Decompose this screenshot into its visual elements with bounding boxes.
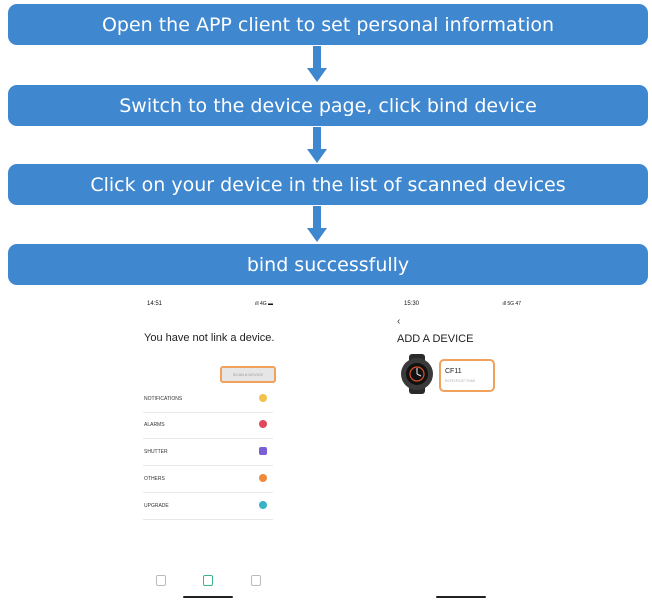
- step-click-device: Click on your device in the list of scan…: [8, 164, 648, 205]
- step-label: Switch to the device page, click bind de…: [119, 94, 537, 117]
- menu-label: OTHERS: [144, 476, 165, 482]
- gear-icon: [259, 474, 267, 482]
- status-time: 14:51: [147, 301, 163, 307]
- step-label: Open the APP client to set personal info…: [101, 13, 555, 36]
- device-name: CF11: [445, 368, 462, 375]
- home-indicator: [436, 596, 486, 598]
- menu-item-notifications[interactable]: NOTIFICATIONS: [143, 386, 273, 413]
- device-page-screenshot: 14:51 ıll 4G ▬ You have not link a devic…: [133, 296, 287, 608]
- home-indicator: [183, 596, 233, 598]
- menu-item-shutter[interactable]: SHUTTER: [143, 439, 273, 466]
- step-label: bind successfully: [246, 253, 410, 276]
- menu-label: ALARMS: [144, 422, 165, 428]
- step-open-app: Open the APP client to set personal info…: [8, 4, 648, 45]
- device-list-item[interactable]: CF11 E0:FD:F4:07:70:6D: [439, 359, 495, 392]
- add-device-screenshot: 15:30 ıll 5G 47 ‹ ADD A DEVICE CF11 E0:F…: [391, 296, 531, 608]
- menu-label: NOTIFICATIONS: [144, 396, 183, 402]
- down-arrow-icon: [307, 127, 327, 163]
- no-device-heading: You have not link a device.: [144, 332, 275, 344]
- down-arrow-icon: [307, 206, 327, 242]
- menu-item-upgrade[interactable]: UPGRADE: [143, 493, 273, 520]
- device-mac: E0:FD:F4:07:70:6D: [445, 379, 476, 383]
- camera-icon: [259, 447, 267, 455]
- message-icon: [259, 394, 267, 402]
- back-icon[interactable]: ‹: [397, 316, 400, 327]
- tab-device-icon[interactable]: [203, 575, 213, 586]
- menu-label: UPGRADE: [144, 503, 169, 509]
- status-time: 15:30: [404, 301, 420, 307]
- tab-home-icon[interactable]: [156, 575, 166, 586]
- menu-item-others[interactable]: OTHERS: [143, 466, 273, 493]
- add-device-heading: ADD A DEVICE: [397, 333, 474, 345]
- upgrade-icon: [259, 501, 267, 509]
- menu-item-alarms[interactable]: ALARMS: [143, 412, 273, 439]
- scan-device-button[interactable]: SCAN A DEVICE: [220, 366, 276, 383]
- menu-label: SHUTTER: [144, 449, 168, 455]
- step-switch-device-page: Switch to the device page, click bind de…: [8, 85, 648, 126]
- step-bind-success: bind successfully: [8, 244, 648, 285]
- status-icons: ıll 4G ▬: [254, 301, 273, 307]
- down-arrow-icon: [307, 46, 327, 82]
- alarm-icon: [259, 420, 267, 428]
- watch-icon: [401, 354, 433, 394]
- status-icons: ıll 5G 47: [502, 301, 521, 307]
- tab-profile-icon[interactable]: [251, 575, 261, 586]
- step-label: Click on your device in the list of scan…: [90, 173, 566, 196]
